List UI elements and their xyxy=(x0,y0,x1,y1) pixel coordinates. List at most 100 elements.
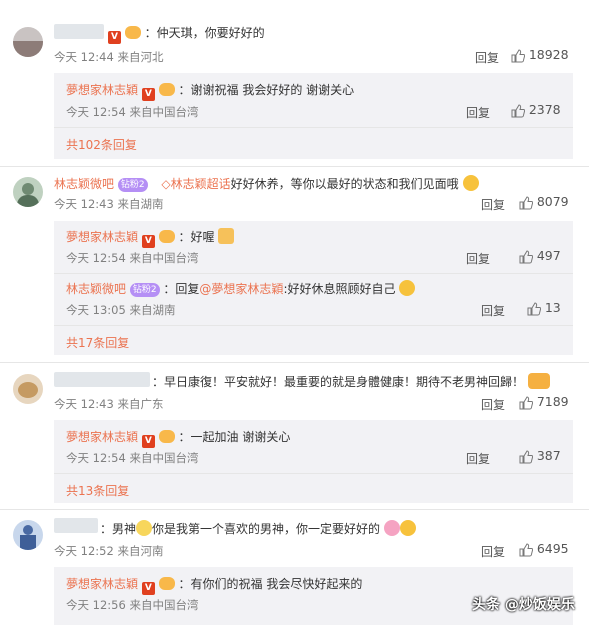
fan-badge: 钻粉2 xyxy=(129,283,160,297)
face-emoji-icon xyxy=(399,280,416,296)
comment-text: 你是我第一个喜欢的男神，你一定要好好的 xyxy=(152,522,381,536)
thumbs-up-icon xyxy=(519,249,533,263)
blurred-username xyxy=(54,518,98,533)
reply-username[interactable]: 夢想家林志穎 xyxy=(66,430,138,444)
thumbs-up-icon xyxy=(519,542,533,556)
comment-2-header: 林志颖微吧 钻粉2 ◇林志颖超话好好休养，等你以最好的状态和我们见面哦 xyxy=(54,175,479,192)
reply-text: ：谢谢祝福 我会好好的 谢谢关心 xyxy=(178,83,355,97)
crown-icon xyxy=(158,230,175,243)
like-button[interactable]: 8079 xyxy=(519,194,569,210)
reply-button[interactable]: 回复 xyxy=(481,196,505,213)
comment-separator xyxy=(0,166,589,167)
thumbs-up-icon xyxy=(519,449,533,463)
verified-badge-icon: V xyxy=(141,88,155,101)
divider xyxy=(54,473,573,474)
comment-separator xyxy=(0,362,589,363)
blurred-username xyxy=(54,372,150,387)
comment-prefix: ：男神 xyxy=(100,522,137,536)
reply-text: ：好喔 xyxy=(178,230,215,244)
reply-username[interactable]: 夢想家林志穎 xyxy=(66,230,138,244)
reply-button[interactable]: 回复 xyxy=(481,396,505,413)
reply-header: 夢想家林志穎 V ：好喔 xyxy=(66,228,235,248)
reply-text: :好好休息照顾好自己 xyxy=(283,282,396,296)
reply-button[interactable]: 回复 xyxy=(466,104,490,121)
fan-badge: 钻粉2 xyxy=(117,178,148,192)
comment-separator xyxy=(0,509,589,510)
comment-time: 今天 12:44 来自河北 xyxy=(54,50,164,64)
comment-text: ：早日康復！平安就好！最重要的就是身體健康！期待不老男神回歸！ xyxy=(152,375,525,389)
shy-emoji-icon xyxy=(136,520,153,536)
thumbs-up-icon xyxy=(511,103,525,117)
comment-username[interactable]: 林志颖微吧 xyxy=(54,177,114,191)
reply-username[interactable]: 林志颖微吧 xyxy=(66,282,126,296)
reply-username[interactable]: 夢想家林志穎 xyxy=(66,83,138,97)
reply-button[interactable]: 回复 xyxy=(466,450,490,467)
like-button[interactable]: 18928 xyxy=(511,47,569,63)
like-button[interactable]: 387 xyxy=(519,448,561,464)
reply-time: 今天 12:54 来自中国台湾 xyxy=(66,105,199,119)
kiss-emoji-icon xyxy=(383,520,400,536)
reply-text: ：有你们的祝福 我会尽快好起来的 xyxy=(178,577,363,591)
crown-icon xyxy=(158,83,175,96)
comment-time: 今天 12:52 来自河南 xyxy=(54,544,164,558)
verified-badge-icon: V xyxy=(108,31,121,44)
like-button[interactable]: 7189 xyxy=(519,394,569,410)
reply-time: 今天 12:54 来自中国台湾 xyxy=(66,251,199,265)
reply-header: 夢想家林志穎 V ：谢谢祝福 我会好好的 谢谢关心 xyxy=(66,81,354,101)
reply-button[interactable]: 回复 xyxy=(481,543,505,560)
watermark: 头条 @炒饭娱乐 xyxy=(472,597,575,613)
more-replies-link[interactable]: 共17条回复 xyxy=(66,334,129,351)
like-button[interactable]: 497 xyxy=(519,248,561,264)
reply-username[interactable]: 夢想家林志穎 xyxy=(66,577,138,591)
like-count: 18928 xyxy=(528,47,569,62)
comment-time: 今天 12:43 来自湖南 xyxy=(54,197,164,211)
kiss-emoji-icon xyxy=(399,520,416,536)
thumbs-up-icon xyxy=(511,48,525,62)
like-button[interactable]: 2378 xyxy=(511,102,561,118)
muscle-emoji-icon xyxy=(527,373,550,389)
like-count: 8079 xyxy=(536,194,569,209)
reply-prefix: ：回复 xyxy=(163,282,200,296)
comment-1-header: V ：仲天琪，你要好好的 xyxy=(108,24,265,44)
like-count: 497 xyxy=(536,248,561,263)
reply-button[interactable]: 回复 xyxy=(481,302,505,319)
like-count: 7189 xyxy=(536,394,569,409)
like-count: 13 xyxy=(544,300,561,315)
avatar[interactable] xyxy=(13,374,43,404)
reply-button[interactable]: 回复 xyxy=(466,250,490,267)
topic-link[interactable]: 林志颖超话 xyxy=(171,177,231,191)
reply-header: 林志颖微吧 钻粉2 ：回复@夢想家林志穎:好好休息照顾好自己 xyxy=(66,280,416,297)
reply-header: 夢想家林志穎 V ：有你们的祝福 我会尽快好起来的 xyxy=(66,575,362,595)
more-replies-link[interactable]: 共102条回复 xyxy=(66,136,137,153)
thumbs-up-emoji-icon xyxy=(218,228,235,244)
like-count: 2378 xyxy=(528,102,561,117)
kiss-emoji-icon xyxy=(462,175,479,191)
divider xyxy=(54,273,573,274)
comment-3-header: ：早日康復！平安就好！最重要的就是身體健康！期待不老男神回歸！ xyxy=(152,373,550,390)
comment-4-header: ：男神 你是我第一个喜欢的男神，你一定要好好的 xyxy=(100,520,416,537)
reply-time: 今天 12:54 来自中国台湾 xyxy=(66,451,199,465)
crown-icon xyxy=(124,26,141,39)
comment-time: 今天 12:43 来自广东 xyxy=(54,397,164,411)
mention-link[interactable]: @夢想家林志穎 xyxy=(199,282,283,296)
like-button[interactable]: 6495 xyxy=(519,541,569,557)
verified-badge-icon: V xyxy=(141,582,155,595)
reply-time: 今天 12:56 来自中国台湾 xyxy=(66,598,199,612)
reply-button[interactable]: 回复 xyxy=(475,49,499,66)
more-replies-link[interactable]: 共13条回复 xyxy=(66,482,129,499)
avatar[interactable] xyxy=(13,177,43,207)
diamond-icon: ◇ xyxy=(161,177,171,191)
reply-time: 今天 13:05 来自湖南 xyxy=(66,303,176,317)
avatar[interactable] xyxy=(13,27,43,57)
divider xyxy=(54,127,573,128)
comment-text: ：仲天琪，你要好好的 xyxy=(144,26,265,40)
crown-icon xyxy=(158,430,175,443)
reply-header: 夢想家林志穎 V ：一起加油 谢谢关心 xyxy=(66,428,290,448)
like-count: 6495 xyxy=(536,541,569,556)
avatar[interactable] xyxy=(13,520,43,550)
like-button[interactable]: 13 xyxy=(527,300,561,316)
like-count: 387 xyxy=(536,448,561,463)
crown-icon xyxy=(158,577,175,590)
thumbs-up-icon xyxy=(519,395,533,409)
comment-text: 好好休养，等你以最好的状态和我们见面哦 xyxy=(230,177,459,191)
